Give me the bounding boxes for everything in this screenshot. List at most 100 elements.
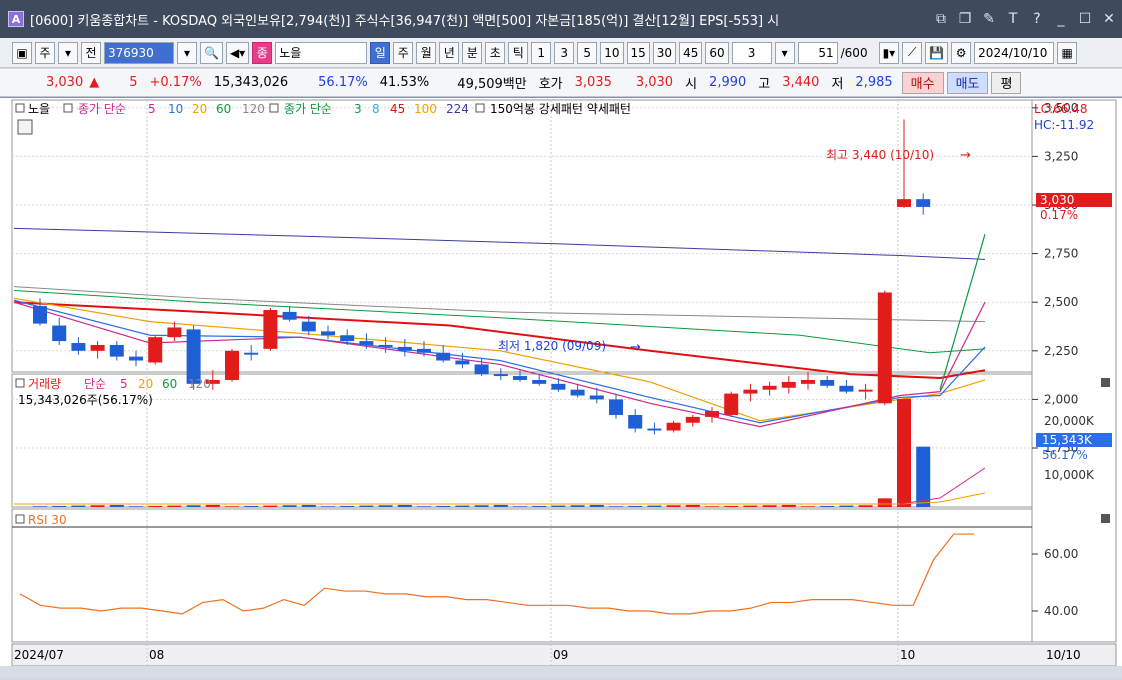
candle-body (378, 344, 393, 347)
period-week[interactable]: 주 (393, 41, 414, 64)
buy-button[interactable]: 매수 (901, 71, 944, 94)
volume-bar (455, 505, 470, 507)
volume-bar (378, 505, 393, 507)
minute-45[interactable]: 45 (679, 41, 703, 64)
volume-bar (897, 398, 911, 507)
calendar-icon[interactable]: ▦ (1057, 41, 1078, 64)
candle-body (589, 395, 604, 400)
volume-bar (858, 505, 873, 507)
ask-label: 호가 (538, 77, 563, 92)
tool-icon[interactable]: ✎ (982, 11, 996, 27)
low-label: 저 (831, 77, 844, 92)
period-tick[interactable]: 틱 (508, 41, 529, 64)
candle-body (340, 335, 355, 342)
volume-bar (397, 504, 412, 507)
volume-pct-tag: 56.17% (1042, 448, 1088, 462)
up-arrow-icon: ▲ (89, 75, 100, 90)
minute-15[interactable]: 15 (626, 41, 650, 64)
volume-bar (820, 505, 835, 507)
interval-input[interactable]: 3 (731, 41, 772, 64)
volume-close-icon[interactable] (1101, 378, 1110, 387)
speaker-icon[interactable]: ◀▾ (225, 41, 250, 64)
save-icon[interactable]: 💾 (925, 41, 949, 64)
grid-toggle-icon[interactable] (17, 119, 33, 135)
candle-body (705, 411, 719, 417)
date-input[interactable]: 2024/10/10 (974, 41, 1055, 64)
minute-60[interactable]: 60 (705, 41, 729, 64)
text-icon[interactable]: T (1006, 11, 1020, 27)
volume-bar (148, 505, 163, 507)
candle-body (685, 416, 700, 423)
candle-body (513, 376, 527, 380)
volume-bar (33, 506, 47, 507)
stock-badge: 종 (252, 41, 273, 64)
candle-body (801, 379, 815, 384)
candle-body (877, 292, 892, 404)
layout-icon[interactable]: ▣ (12, 41, 32, 64)
candle-body (225, 350, 239, 380)
chart-svg[interactable]: 3,5003,2503,0002,7502,5002,2502,0001,750… (0, 98, 1122, 677)
volume-bar (877, 498, 892, 507)
minute-3[interactable]: 3 (554, 41, 575, 64)
rsi-pane[interactable] (11, 508, 1033, 643)
volume-value: 15,343,026 (213, 75, 289, 90)
chevron-down-icon[interactable]: ▾ (58, 41, 78, 64)
stock-name-field[interactable]: 노을 (275, 41, 368, 64)
code-dropdown-icon[interactable]: ▾ (177, 41, 197, 64)
rsi-close-icon[interactable] (1101, 514, 1110, 523)
last-change-tag: 0.17% (1040, 208, 1078, 222)
candle-body (33, 306, 47, 324)
volume-bar (801, 506, 815, 507)
high-label: 고 (758, 77, 771, 92)
stock-code-input[interactable]: 376930 (104, 41, 174, 64)
candle-body (90, 344, 105, 351)
sell-button[interactable]: 매도 (946, 71, 989, 94)
scroll-bar[interactable] (0, 666, 1122, 677)
candle-body (71, 343, 86, 351)
avg-button[interactable]: 평 (991, 71, 1022, 94)
legend-ma1-label: 종가 단순 (78, 102, 126, 116)
low-price: 2,985 (855, 75, 893, 90)
period-year[interactable]: 년 (439, 41, 460, 64)
volume-bar (109, 504, 124, 507)
price-ytick: 2,000 (1044, 392, 1078, 406)
copy-icon[interactable]: ❐ (958, 11, 972, 27)
chart-toolbar: ▣ 주 ▾ 전 376930 ▾ 🔍 ◀▾ 종 노을 일 주 월 년 분 초 틱… (0, 38, 1122, 68)
close-icon[interactable]: ✕ (1102, 11, 1116, 27)
price-ytick: 2,250 (1044, 344, 1078, 358)
volume-bar (52, 505, 67, 507)
open-price: 2,990 (709, 75, 747, 90)
mode-select[interactable]: 주 (35, 41, 55, 64)
minute-10[interactable]: 10 (600, 41, 624, 64)
gear-icon[interactable]: ⚙ (951, 41, 972, 64)
volume-bar (647, 505, 662, 507)
search-icon[interactable]: 🔍 (200, 41, 223, 64)
minute-1[interactable]: 1 (531, 41, 552, 64)
candle-body (186, 329, 201, 384)
volume-bar (474, 505, 489, 507)
maximize-icon[interactable]: ☐ (1078, 11, 1092, 27)
range-select[interactable]: 전 (81, 41, 101, 64)
candle-body (436, 352, 451, 361)
last-price-tag-text: 3,030 (1040, 193, 1074, 207)
count-input[interactable]: 51 (797, 41, 838, 64)
minute-30[interactable]: 30 (652, 41, 677, 64)
period-minute[interactable]: 분 (462, 41, 483, 64)
line-tool-icon[interactable]: ⟋ (902, 41, 923, 64)
minimize-icon[interactable]: _ (1054, 11, 1068, 27)
volume-bar (743, 505, 758, 507)
period-month[interactable]: 월 (416, 41, 437, 64)
period-day[interactable]: 일 (370, 41, 391, 64)
restore-icon[interactable]: ⧉ (934, 11, 948, 27)
period-second[interactable]: 초 (485, 41, 506, 64)
high-annotation: 최고 3,440 (10/10) (826, 148, 934, 162)
chart-area[interactable]: 3,5003,2503,0002,7502,5002,2502,0001,750… (0, 97, 1122, 677)
minute-5[interactable]: 5 (577, 41, 598, 64)
candle-type-icon[interactable]: ▮▾ (878, 41, 900, 64)
legend-ma10: 10 (168, 102, 183, 116)
volume-bar (762, 505, 777, 507)
candle-body (52, 325, 67, 342)
interval-dropdown-icon[interactable]: ▾ (774, 41, 795, 64)
help-icon[interactable]: ? (1030, 11, 1044, 27)
candle-body (282, 311, 297, 320)
